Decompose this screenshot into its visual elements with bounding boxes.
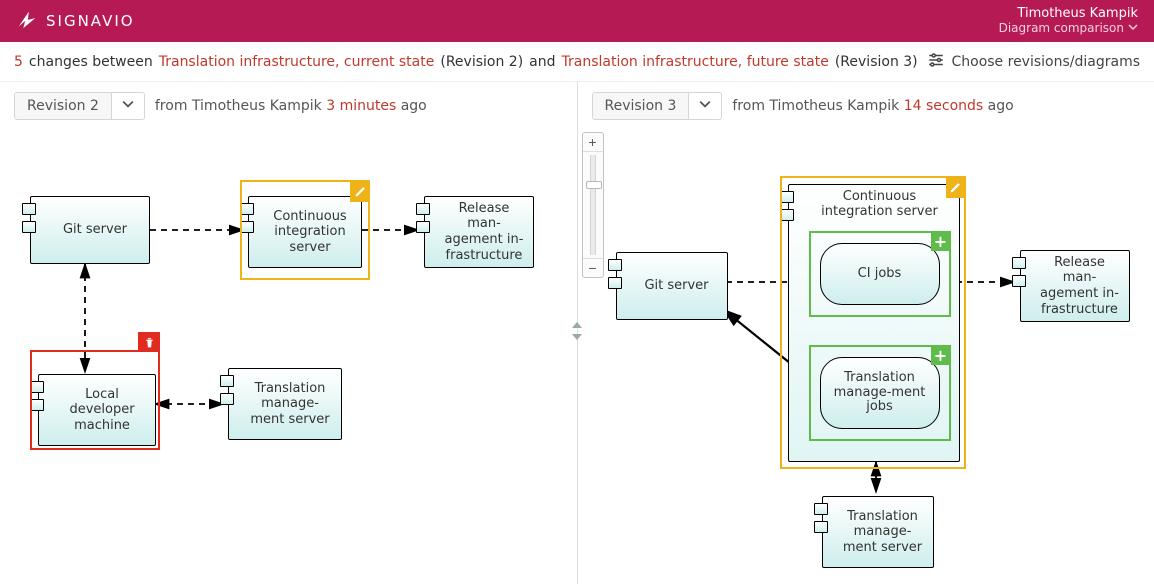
- node-local-dev[interactable]: Local developer machine: [38, 374, 156, 446]
- right-pane-meta: from Timotheus Kampik 14 seconds ago: [732, 98, 1013, 114]
- task-label: Translation manage-ment jobs: [827, 371, 933, 416]
- node-git-server[interactable]: Git server: [616, 252, 728, 320]
- from-prefix: from: [155, 98, 188, 114]
- revision-label-left[interactable]: Revision 2: [15, 93, 112, 119]
- node-label: Git server: [63, 222, 127, 238]
- diagram-a-link[interactable]: Translation infrastructure, current stat…: [159, 54, 435, 70]
- left-canvas[interactable]: Git server Continuous integration server…: [0, 124, 577, 584]
- user-block[interactable]: Timotheus Kampik Diagram comparison: [999, 7, 1138, 36]
- delete-badge-icon: [138, 332, 160, 352]
- node-label: Continuous integration server: [267, 209, 353, 256]
- revision-selector-left[interactable]: Revision 2: [14, 92, 145, 120]
- app-header: SIGNAVIO Timotheus Kampik Diagram compar…: [0, 0, 1154, 42]
- node-release-infra[interactable]: Release man-agement in-frastructure: [424, 196, 534, 268]
- node-label: Translation manage-ment server: [841, 509, 925, 556]
- node-label: Release man-agement in-frastructure: [443, 201, 525, 263]
- changes-word: changes between: [29, 54, 153, 70]
- time-ago: 3 minutes: [326, 98, 396, 114]
- node-label: Translation manage-ment server: [247, 381, 333, 428]
- task-translation-jobs[interactable]: Translation manage-ment jobs: [820, 357, 940, 429]
- ago-suffix: ago: [401, 98, 427, 114]
- plus-icon: +: [931, 231, 951, 251]
- chevron-down-icon: [122, 98, 134, 114]
- node-translation-server[interactable]: Translation manage-ment server: [822, 496, 934, 568]
- diagram-b-link[interactable]: Translation infrastructure, future state: [562, 54, 829, 70]
- right-pane: Revision 3 from Timotheus Kampik 14 seco…: [578, 82, 1154, 584]
- pool-title: Continuous integration server: [809, 189, 951, 219]
- user-name: Timotheus Kampik: [999, 7, 1138, 22]
- time-ago: 14 seconds: [904, 98, 984, 114]
- plus-icon: +: [931, 345, 951, 365]
- task-ci-jobs[interactable]: CI jobs: [820, 243, 940, 305]
- from-prefix: from: [732, 98, 765, 114]
- revision-dropdown-left[interactable]: [112, 93, 144, 119]
- zoom-out-button[interactable]: −: [583, 259, 603, 277]
- right-canvas[interactable]: + −: [578, 124, 1154, 584]
- author-name: Timotheus Kampik: [769, 98, 899, 114]
- rev-b-label: (Revision 3): [835, 54, 918, 70]
- context-label: Diagram comparison: [999, 22, 1124, 36]
- node-git-server[interactable]: Git server: [30, 196, 150, 264]
- and-word: and: [529, 54, 555, 70]
- edit-badge-icon: [350, 180, 370, 202]
- lane-translation-jobs[interactable]: + Translation manage-ment jobs: [809, 345, 951, 441]
- edit-badge-icon: [946, 176, 966, 198]
- zoom-control[interactable]: + −: [582, 132, 604, 278]
- ago-suffix: ago: [988, 98, 1014, 114]
- brand: SIGNAVIO: [16, 8, 135, 34]
- left-pane-meta: from Timotheus Kampik 3 minutes ago: [155, 98, 427, 114]
- split-view: Revision 2 from Timotheus Kampik 3 minut…: [0, 82, 1154, 584]
- revision-label-right[interactable]: Revision 3: [593, 93, 690, 119]
- brand-name: SIGNAVIO: [46, 12, 135, 30]
- sliders-icon: [927, 51, 945, 73]
- task-label: CI jobs: [858, 267, 902, 282]
- zoom-thumb[interactable]: [586, 181, 602, 189]
- node-ci-server[interactable]: Continuous integration server: [248, 196, 362, 268]
- rev-a-label: (Revision 2): [440, 54, 523, 70]
- chevron-down-icon: [699, 98, 711, 114]
- revision-selector-right[interactable]: Revision 3: [592, 92, 723, 120]
- choose-revisions-button[interactable]: Choose revisions/diagrams: [927, 51, 1140, 73]
- pool-ci-server[interactable]: Continuous integration server + CI jobs …: [788, 184, 960, 462]
- node-label: Git server: [644, 278, 708, 294]
- brand-logo-icon: [16, 8, 38, 34]
- node-label: Release man-agement in-frastructure: [1039, 255, 1121, 317]
- node-label: Local developer machine: [57, 387, 147, 434]
- node-translation-server[interactable]: Translation manage-ment server: [228, 368, 342, 440]
- left-pane: Revision 2 from Timotheus Kampik 3 minut…: [0, 82, 577, 584]
- change-count: 5: [14, 54, 23, 70]
- lane-ci-jobs[interactable]: + CI jobs: [809, 231, 951, 317]
- node-release-infra[interactable]: Release man-agement in-frastructure: [1020, 250, 1130, 322]
- left-pane-header: Revision 2 from Timotheus Kampik 3 minut…: [0, 82, 577, 130]
- revision-dropdown-right[interactable]: [689, 93, 721, 119]
- summary-bar: 5 changes between Translation infrastruc…: [0, 42, 1154, 82]
- choose-revisions-label: Choose revisions/diagrams: [951, 54, 1140, 70]
- zoom-in-button[interactable]: +: [583, 133, 603, 151]
- author-name: Timotheus Kampik: [192, 98, 322, 114]
- zoom-slider[interactable]: [590, 155, 596, 255]
- chevron-down-icon: [1128, 22, 1138, 36]
- right-pane-header: Revision 3 from Timotheus Kampik 14 seco…: [578, 82, 1154, 130]
